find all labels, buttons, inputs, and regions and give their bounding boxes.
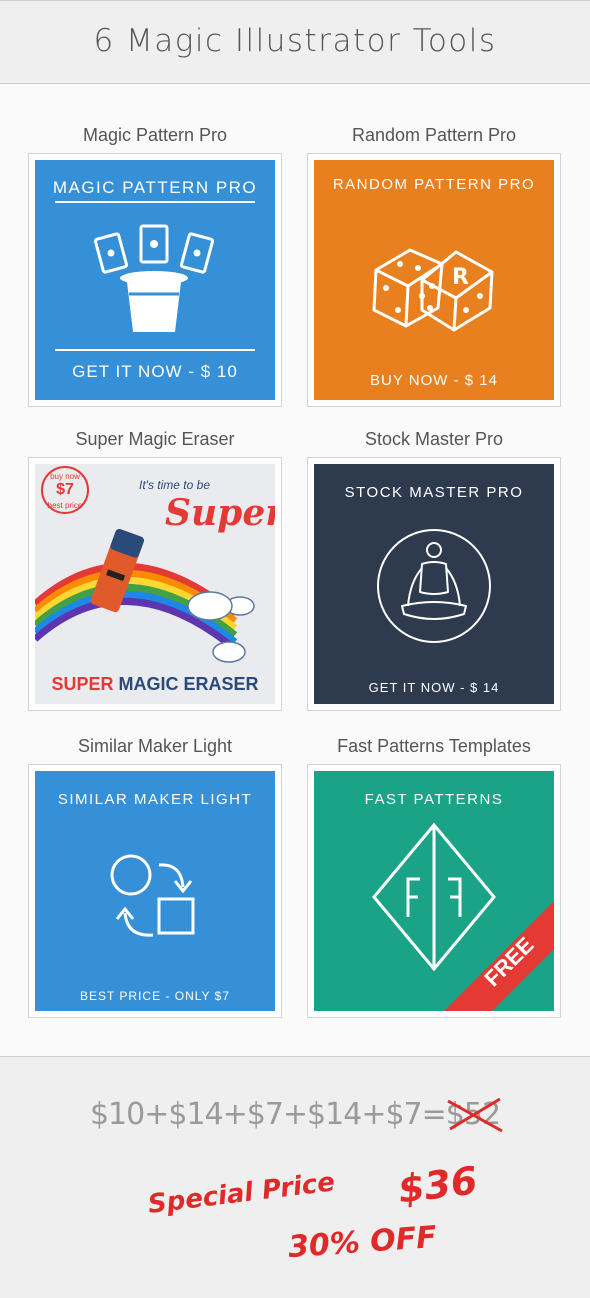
ff-diamond-logo	[372, 822, 554, 1011]
product-tile[interactable]: FAST PATTERNS FREE	[314, 771, 554, 1011]
crossed-total-wrap: $52	[446, 1097, 503, 1133]
tagline: It's time to be	[139, 478, 210, 492]
cross-out-icon	[447, 1097, 503, 1133]
tile-title-red: SUPER	[51, 674, 114, 694]
product-name-super-magic-eraser: Super Magic Eraser	[75, 429, 235, 449]
product-name-stock-master-pro: Stock Master Pro	[364, 429, 504, 449]
page-header: 6 Magic Illustrator Tools	[0, 0, 590, 84]
tile-title: SUPER MAGIC ERASER	[35, 674, 275, 695]
cta-button[interactable]: GET IT NOW - $ 10	[35, 362, 275, 382]
product-name-random-pattern-pro: Random Pattern Pro	[351, 125, 517, 145]
product-card-super-magic-eraser[interactable]: buy now $7 best price It's time to be Su…	[28, 457, 282, 711]
page-title: 6 Magic Illustrator Tools	[93, 23, 497, 59]
product-card-stock-master-pro[interactable]: STOCK MASTER PRO GET IT NOW - $ 14	[307, 457, 561, 711]
product-card-similar-maker-light[interactable]: SIMILAR MAKER LIGHT BEST PRICE - ONLY $7	[28, 764, 282, 1018]
discount-label: 30% OFF	[286, 1219, 438, 1266]
price-sum-items: $10+$14+$7+$14+$7=	[89, 1097, 447, 1132]
product-card-random-pattern-pro[interactable]: RANDOM PATTERN PRO R BUY NOW - $ 14	[307, 153, 561, 407]
badge-bottom: best price	[47, 501, 83, 510]
product-card-fast-patterns-templates[interactable]: FAST PATTERNS FREE	[307, 764, 561, 1018]
product-name-magic-pattern-pro: Magic Pattern Pro	[82, 125, 228, 145]
pricing-footer: $10+$14+$7+$14+$7=$52 Special Price $36 …	[0, 1056, 590, 1298]
svg-text:R: R	[452, 265, 469, 290]
product-tile[interactable]: buy now $7 best price It's time to be Su…	[35, 464, 275, 704]
price-sum: $10+$14+$7+$14+$7=$52	[0, 1097, 590, 1133]
cta-button[interactable]: BEST PRICE - ONLY $7	[35, 989, 275, 1003]
product-name-fast-patterns-templates: Fast Patterns Templates	[337, 736, 531, 756]
product-tile[interactable]: RANDOM PATTERN PRO R BUY NOW - $ 14	[314, 160, 554, 400]
product-tile[interactable]: SIMILAR MAKER LIGHT BEST PRICE - ONLY $7	[35, 771, 275, 1011]
product-name-similar-maker-light: Similar Maker Light	[77, 736, 233, 756]
dice-icon: R	[372, 248, 494, 332]
tile-title-dark: MAGIC ERASER	[118, 674, 259, 694]
cta-button[interactable]: GET IT NOW - $ 14	[314, 680, 554, 695]
super-word: Super	[165, 492, 275, 534]
badge-top: buy now	[50, 472, 80, 481]
shapes-swap-icon	[110, 854, 195, 937]
product-tile[interactable]: MAGIC PATTERN PRO GET IT NOW - $ 10	[35, 160, 275, 400]
product-grid: Magic Pattern Pro MAGIC PATTERN PRO GET …	[0, 84, 590, 1056]
meditation-icon	[377, 529, 491, 643]
badge-price: $7	[56, 481, 74, 498]
product-tile[interactable]: STOCK MASTER PRO GET IT NOW - $ 14	[314, 464, 554, 704]
special-price-label: Special Price	[146, 1167, 337, 1220]
special-price-value: $36	[395, 1158, 480, 1212]
product-card-magic-pattern-pro[interactable]: MAGIC PATTERN PRO GET IT NOW - $ 10	[28, 153, 282, 407]
cta-button[interactable]: BUY NOW - $ 14	[314, 372, 554, 389]
